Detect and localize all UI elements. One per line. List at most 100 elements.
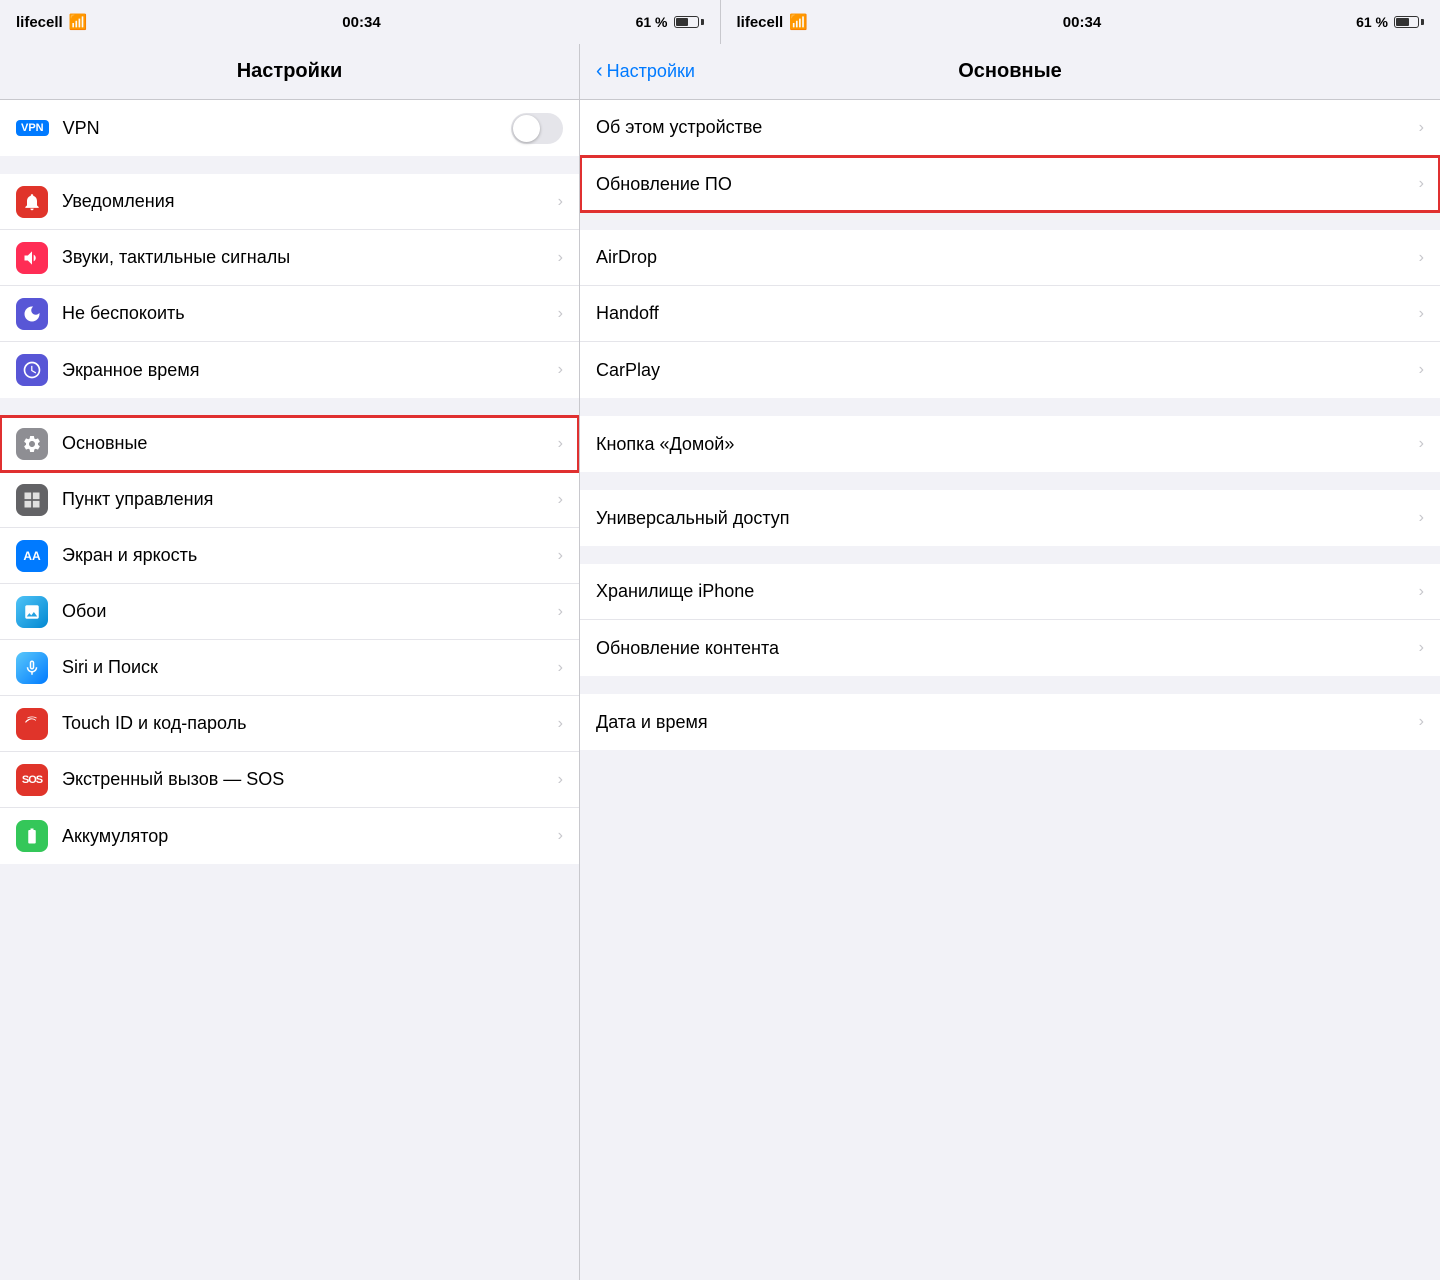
settings-item-siri[interactable]: Siri и Поиск ›: [0, 640, 579, 696]
right-item-accessibility[interactable]: Универсальный доступ ›: [580, 490, 1440, 546]
battery-label: Аккумулятор: [62, 826, 550, 847]
content-update-label: Обновление контента: [596, 638, 1419, 659]
settings-item-wallpaper[interactable]: Обои ›: [0, 584, 579, 640]
settings-item-general[interactable]: Основные ›: [0, 416, 579, 472]
right-section-gap-1: [580, 212, 1440, 230]
sos-icon: SOS: [16, 764, 48, 796]
notifications-icon: [16, 186, 48, 218]
control-center-icon: [16, 484, 48, 516]
software-update-label: Обновление ПО: [596, 174, 1419, 195]
control-center-label: Пункт управления: [62, 489, 550, 510]
control-center-chevron: ›: [558, 491, 563, 509]
right-item-carplay[interactable]: CarPlay ›: [580, 342, 1440, 398]
settings-item-sos[interactable]: SOS Экстренный вызов — SOS ›: [0, 752, 579, 808]
right-section-gap-2: [580, 398, 1440, 416]
siri-icon: [16, 652, 48, 684]
settings-item-vpn[interactable]: VPN VPN: [0, 100, 579, 156]
time-right: 00:34: [1063, 14, 1101, 31]
storage-label: Хранилище iPhone: [596, 581, 1419, 602]
right-section-2: AirDrop › Handoff › CarPlay ›: [580, 230, 1440, 398]
wifi-icon-left: 📶: [69, 13, 88, 31]
settings-item-battery[interactable]: Аккумулятор ›: [0, 808, 579, 864]
accessibility-chevron: ›: [1419, 509, 1424, 527]
settings-item-touchid[interactable]: Touch ID и код-пароль ›: [0, 696, 579, 752]
right-item-storage[interactable]: Хранилище iPhone ›: [580, 564, 1440, 620]
right-panel-header: ‹ Настройки Основные: [580, 44, 1440, 100]
section-general: Основные › Пункт управления › AA Экран и…: [0, 416, 579, 864]
storage-chevron: ›: [1419, 583, 1424, 601]
battery-pct-left: 61 %: [636, 14, 668, 30]
home-button-chevron: ›: [1419, 435, 1424, 453]
about-label: Об этом устройстве: [596, 117, 1419, 138]
settings-item-notifications[interactable]: Уведомления ›: [0, 174, 579, 230]
settings-item-dnd[interactable]: Не беспокоить ›: [0, 286, 579, 342]
left-panel-header: Настройки: [0, 44, 579, 100]
status-right-info-right: 61 %: [1356, 14, 1424, 30]
left-panel-title: Настройки: [237, 60, 343, 83]
vpn-toggle[interactable]: [511, 113, 563, 144]
right-section-gap-4: [580, 546, 1440, 564]
settings-item-screentime[interactable]: Экранное время ›: [0, 342, 579, 398]
general-chevron: ›: [558, 435, 563, 453]
right-section-1: Об этом устройстве › Обновление ПО ›: [580, 100, 1440, 212]
settings-item-sounds[interactable]: Звуки, тактильные сигналы ›: [0, 230, 579, 286]
right-item-handoff[interactable]: Handoff ›: [580, 286, 1440, 342]
right-settings-list[interactable]: Об этом устройстве › Обновление ПО › Air…: [580, 100, 1440, 1280]
vpn-toggle-knob: [513, 115, 540, 142]
screentime-icon: [16, 354, 48, 386]
sounds-label: Звуки, тактильные сигналы: [62, 247, 550, 268]
datetime-label: Дата и время: [596, 712, 1419, 733]
status-right-carrier: lifecell 📶: [737, 13, 808, 31]
right-panel-title: Основные: [958, 60, 1062, 83]
back-label-text[interactable]: Настройки: [607, 61, 695, 82]
notifications-label: Уведомления: [62, 191, 550, 212]
right-item-content-update[interactable]: Обновление контента ›: [580, 620, 1440, 676]
right-item-home-button[interactable]: Кнопка «Домой» ›: [580, 416, 1440, 472]
touchid-icon: [16, 708, 48, 740]
sos-label: Экстренный вызов — SOS: [62, 769, 550, 790]
general-label: Основные: [62, 433, 550, 454]
status-right-info-left: 61 %: [636, 14, 704, 30]
status-bar: lifecell 📶 00:34 61 % lifecell 📶 00:34 6…: [0, 0, 1440, 44]
settings-item-display[interactable]: AA Экран и яркость ›: [0, 528, 579, 584]
dnd-icon: [16, 298, 48, 330]
vpn-section: VPN VPN: [0, 100, 579, 156]
left-panel: Настройки VPN VPN: [0, 44, 580, 1280]
screentime-chevron: ›: [558, 361, 563, 379]
siri-label: Siri и Поиск: [62, 657, 550, 678]
wallpaper-icon: [16, 596, 48, 628]
right-item-datetime[interactable]: Дата и время ›: [580, 694, 1440, 750]
settings-item-control-center[interactable]: Пункт управления ›: [0, 472, 579, 528]
touchid-chevron: ›: [558, 715, 563, 733]
touchid-label: Touch ID и код-пароль: [62, 713, 550, 734]
right-item-software-update[interactable]: Обновление ПО ›: [580, 156, 1440, 212]
right-section-6: Дата и время ›: [580, 694, 1440, 750]
right-section-3: Кнопка «Домой» ›: [580, 416, 1440, 472]
back-button[interactable]: ‹ Настройки: [596, 60, 695, 83]
time-left: 00:34: [342, 14, 380, 31]
carplay-label: CarPlay: [596, 360, 1419, 381]
status-bar-right: lifecell 📶 00:34 61 %: [720, 0, 1440, 44]
right-section-4: Универсальный доступ ›: [580, 490, 1440, 546]
dnd-label: Не беспокоить: [62, 303, 550, 324]
vpn-label-text: VPN: [63, 118, 511, 139]
battery-pct-right: 61 %: [1356, 14, 1388, 30]
right-item-airdrop[interactable]: AirDrop ›: [580, 230, 1440, 286]
right-panel: ‹ Настройки Основные Об этом устройстве …: [580, 44, 1440, 1280]
right-section-gap-5: [580, 676, 1440, 694]
sounds-icon: [16, 242, 48, 274]
dnd-chevron: ›: [558, 305, 563, 323]
accessibility-label: Универсальный доступ: [596, 508, 1419, 529]
section-gap-1: [0, 156, 579, 174]
software-update-chevron: ›: [1419, 175, 1424, 193]
right-section-5: Хранилище iPhone › Обновление контента ›: [580, 564, 1440, 676]
right-section-gap-3: [580, 472, 1440, 490]
airdrop-label: AirDrop: [596, 247, 1419, 268]
wallpaper-chevron: ›: [558, 603, 563, 621]
right-item-about[interactable]: Об этом устройстве ›: [580, 100, 1440, 156]
left-settings-list[interactable]: VPN VPN Уведомления ›: [0, 100, 579, 1280]
screentime-label: Экранное время: [62, 360, 550, 381]
battery-settings-icon: [16, 820, 48, 852]
handoff-chevron: ›: [1419, 305, 1424, 323]
status-bar-left: lifecell 📶 00:34 61 %: [0, 0, 720, 44]
